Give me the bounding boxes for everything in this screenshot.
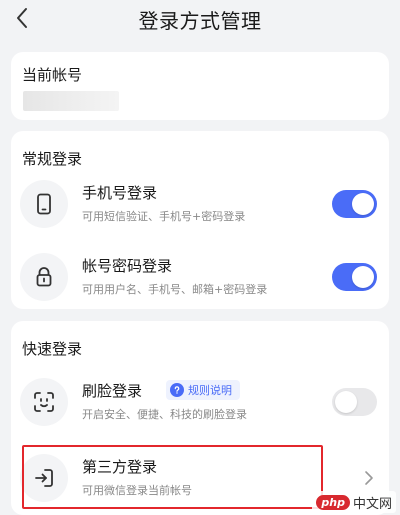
- site-watermark: php 中文网: [312, 491, 396, 513]
- question-icon: [170, 383, 184, 397]
- current-account-label: 当前帐号: [22, 66, 83, 84]
- toggle-knob: [352, 193, 374, 215]
- password-login-subtitle: 可用用户名、手机号、邮箱+密码登录: [82, 283, 268, 296]
- phone-icon: [37, 193, 51, 215]
- face-login-row: 刷脸登录 规则说明 开启安全、便捷、科技的刷脸登录: [11, 370, 389, 434]
- phone-login-title: 手机号登录: [82, 184, 158, 202]
- quick-login-heading: 快速登录: [22, 340, 83, 358]
- phone-login-toggle[interactable]: [332, 190, 377, 218]
- chevron-right-icon: [365, 471, 373, 485]
- rule-explanation-label: 规则说明: [188, 384, 232, 397]
- toggle-knob: [352, 266, 374, 288]
- lock-icon-wrap: [20, 253, 68, 301]
- face-login-subtitle: 开启安全、便捷、科技的刷脸登录: [82, 408, 247, 421]
- phone-login-subtitle: 可用短信验证、手机号+密码登录: [82, 210, 246, 223]
- regular-login-heading: 常规登录: [22, 150, 83, 168]
- password-login-toggle[interactable]: [332, 263, 377, 291]
- face-login-toggle[interactable]: [332, 388, 377, 416]
- face-login-title: 刷脸登录: [82, 382, 143, 400]
- top-bar: 登录方式管理: [0, 0, 400, 38]
- phone-icon-wrap: [20, 180, 68, 228]
- phone-login-row: 手机号登录 可用短信验证、手机号+密码登录: [11, 172, 389, 236]
- lock-icon: [36, 267, 52, 287]
- password-login-row: 帐号密码登录 可用用户名、手机号、邮箱+密码登录: [11, 245, 389, 309]
- watermark-text: 中文网: [352, 496, 392, 512]
- face-scan-icon-wrap: [20, 378, 68, 426]
- toggle-knob: [335, 391, 357, 413]
- masked-account-value: [23, 91, 119, 111]
- regular-login-card: 常规登录 手机号登录 可用短信验证、手机号+密码登录 帐号密码登录 可用用户名、…: [11, 131, 389, 309]
- current-account-card: 当前帐号: [11, 52, 389, 120]
- watermark-logo: php: [316, 494, 350, 510]
- password-login-title: 帐号密码登录: [82, 257, 173, 275]
- page-title: 登录方式管理: [138, 9, 262, 33]
- highlight-annotation-box: [22, 445, 323, 509]
- rule-explanation-link[interactable]: 规则说明: [166, 380, 240, 400]
- face-scan-icon: [34, 392, 54, 412]
